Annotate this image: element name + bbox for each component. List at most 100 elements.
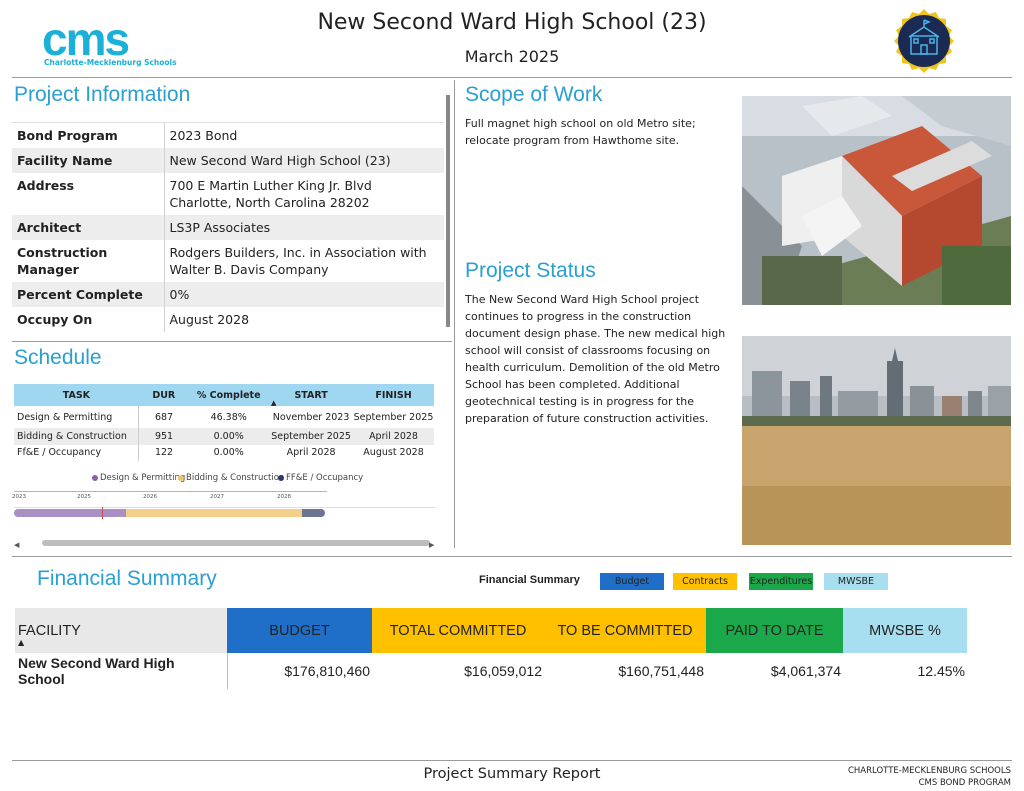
left-divider (12, 341, 452, 342)
timeline-track (14, 507, 436, 508)
status-title: Project Status (465, 259, 596, 282)
col-finish[interactable]: FINISH (353, 384, 434, 406)
site-photo (742, 336, 1011, 545)
footer-divider (12, 760, 1012, 761)
sched-finish: April 2028 (353, 428, 434, 445)
col-paid-to-date[interactable]: PAID TO DATE (706, 608, 843, 653)
footer-title: Project Summary Report (423, 766, 601, 782)
cell-facility: New Second Ward High School (15, 653, 228, 689)
sched-task: Ff&E / Occupancy (14, 444, 140, 461)
sched-pct: 0.00% (213, 447, 244, 459)
logo-subtitle: Charlotte-Mecklenburg Schools (44, 58, 177, 67)
info-row: Address 700 E Martin Luther King Jr. Blvd… (12, 173, 444, 215)
info-label: Bond Program (12, 122, 164, 148)
info-row: Percent Complete 0% (12, 282, 444, 307)
cell-mwsbe: 12.45% (917, 663, 965, 679)
cms-logo: cms Charlotte-Mecklenburg Schools (42, 16, 177, 70)
info-row: Construction Manager Rodgers Builders, In… (12, 240, 444, 282)
sched-dur: 951 (138, 428, 189, 445)
col-total-committed[interactable]: TOTAL COMMITTED (372, 608, 544, 653)
sched-task: Bidding & Construction (14, 428, 140, 445)
timeline-tick: 2028 (277, 494, 291, 500)
legend-item[interactable]: Bidding & Construction (178, 473, 284, 483)
school-building-icon (891, 8, 957, 74)
today-marker (102, 507, 103, 519)
info-label: Construction Manager (17, 245, 108, 277)
col-budget[interactable]: BUDGET (227, 608, 372, 653)
info-value: 700 E Martin Luther King Jr. Blvd Charlot… (163, 173, 444, 215)
financial-legend-item[interactable]: MWSBE (824, 573, 888, 590)
gantt-bar[interactable] (126, 509, 304, 517)
legend-item[interactable]: FF&E / Occupancy (278, 473, 363, 483)
info-label: Percent Complete (12, 282, 164, 307)
sort-asc-icon[interactable]: ▲ (271, 399, 276, 407)
logo-wordmark: cms (42, 13, 130, 65)
info-scrollbar[interactable] (446, 95, 450, 327)
info-label: Facility Name (12, 148, 164, 173)
info-value: August 2028 (163, 307, 444, 332)
info-row: Facility Name New Second Ward High School… (12, 148, 444, 173)
timeline-tick: 2027 (210, 494, 224, 500)
col-start[interactable]: START (268, 384, 354, 406)
info-value: 2023 Bond (163, 122, 444, 148)
table-row: New Second Ward High School $176,810,460 $… (15, 653, 967, 689)
financial-legend-item[interactable]: Contracts (673, 573, 737, 590)
info-row: Occupy On August 2028 (12, 307, 444, 332)
timeline-tick: 2025 (77, 494, 91, 500)
sched-dur: 687 (154, 411, 174, 423)
legend-item[interactable]: Design & Permitting (92, 473, 185, 483)
table-row: Design & Permitting 687 46.38% November 202… (14, 406, 434, 428)
project-info-title: Project Information (14, 83, 191, 106)
timeline-tick: 2023 (12, 494, 26, 500)
legend-dot-icon (278, 474, 284, 481)
info-label: Address (17, 178, 75, 193)
footer-org-line1: CHARLOTTE-MECKLENBURG SCHOOLS (847, 766, 1011, 776)
info-label: Architect (12, 215, 164, 240)
info-value: Rodgers Builders, Inc. in Association wi… (163, 240, 444, 282)
sched-finish: August 2028 (363, 447, 424, 459)
table-row: Bidding & Construction 951 0.00% September … (14, 428, 434, 445)
gantt-bar[interactable] (14, 509, 127, 517)
sched-start: April 2028 (286, 447, 336, 459)
sched-pct: 46.38% (210, 411, 247, 423)
financial-divider (12, 556, 1012, 557)
timeline-tick: 2026 (143, 494, 157, 500)
cell-to-be-committed: $160,751,448 (618, 663, 704, 679)
col-facility[interactable]: FACILITY (15, 608, 227, 653)
col-task[interactable]: TASK (14, 384, 139, 406)
col-dur[interactable]: DUR (138, 384, 189, 406)
report-date: March 2025 (464, 47, 560, 66)
col-pct[interactable]: % Complete (188, 384, 269, 406)
col-to-be-committed[interactable]: TO BE COMMITTED (544, 608, 706, 653)
financial-legend-item[interactable]: Budget (600, 573, 664, 590)
rendering-photo (742, 96, 1011, 305)
schedule-table: TASK DUR % Complete START FINISH Design … (14, 384, 434, 461)
cell-total-committed: $16,059,012 (464, 663, 542, 679)
column-divider (454, 80, 455, 548)
financial-legend-title: Financial Summary (479, 574, 580, 586)
sched-start: November 2023 (272, 411, 350, 423)
scope-title: Scope of Work (465, 83, 603, 106)
scope-text: Full magnet high school on old Metro sit… (465, 117, 696, 147)
legend-dot-icon (178, 474, 184, 481)
financial-legend-item[interactable]: Expenditures (749, 573, 813, 590)
project-info-table: Bond Program 2023 Bond Facility Name New Se… (12, 122, 444, 332)
gantt-bar[interactable] (302, 509, 325, 517)
col-mwsbe[interactable]: MWSBE % (843, 608, 967, 653)
sched-finish: September 2025 (353, 411, 434, 423)
sched-start: September 2025 (268, 428, 354, 445)
header-divider (12, 77, 1012, 78)
sched-pct: 0.00% (188, 428, 269, 445)
info-value: 0% (163, 282, 444, 307)
schedule-scrollbar[interactable] (42, 540, 430, 546)
info-value: LS3P Associates (163, 215, 444, 240)
cell-budget: $176,810,460 (284, 663, 370, 679)
timeline-axis (14, 491, 327, 492)
schedule-title: Schedule (14, 346, 102, 369)
status-text: The New Second Ward High School project … (465, 293, 726, 425)
scroll-left-icon[interactable]: ◀ (14, 541, 19, 549)
scroll-right-icon[interactable]: ▶ (429, 541, 434, 549)
sort-asc-icon[interactable]: ▲ (18, 638, 24, 647)
page-title: New Second Ward High School (23) (317, 10, 707, 35)
info-label: Occupy On (17, 312, 93, 327)
